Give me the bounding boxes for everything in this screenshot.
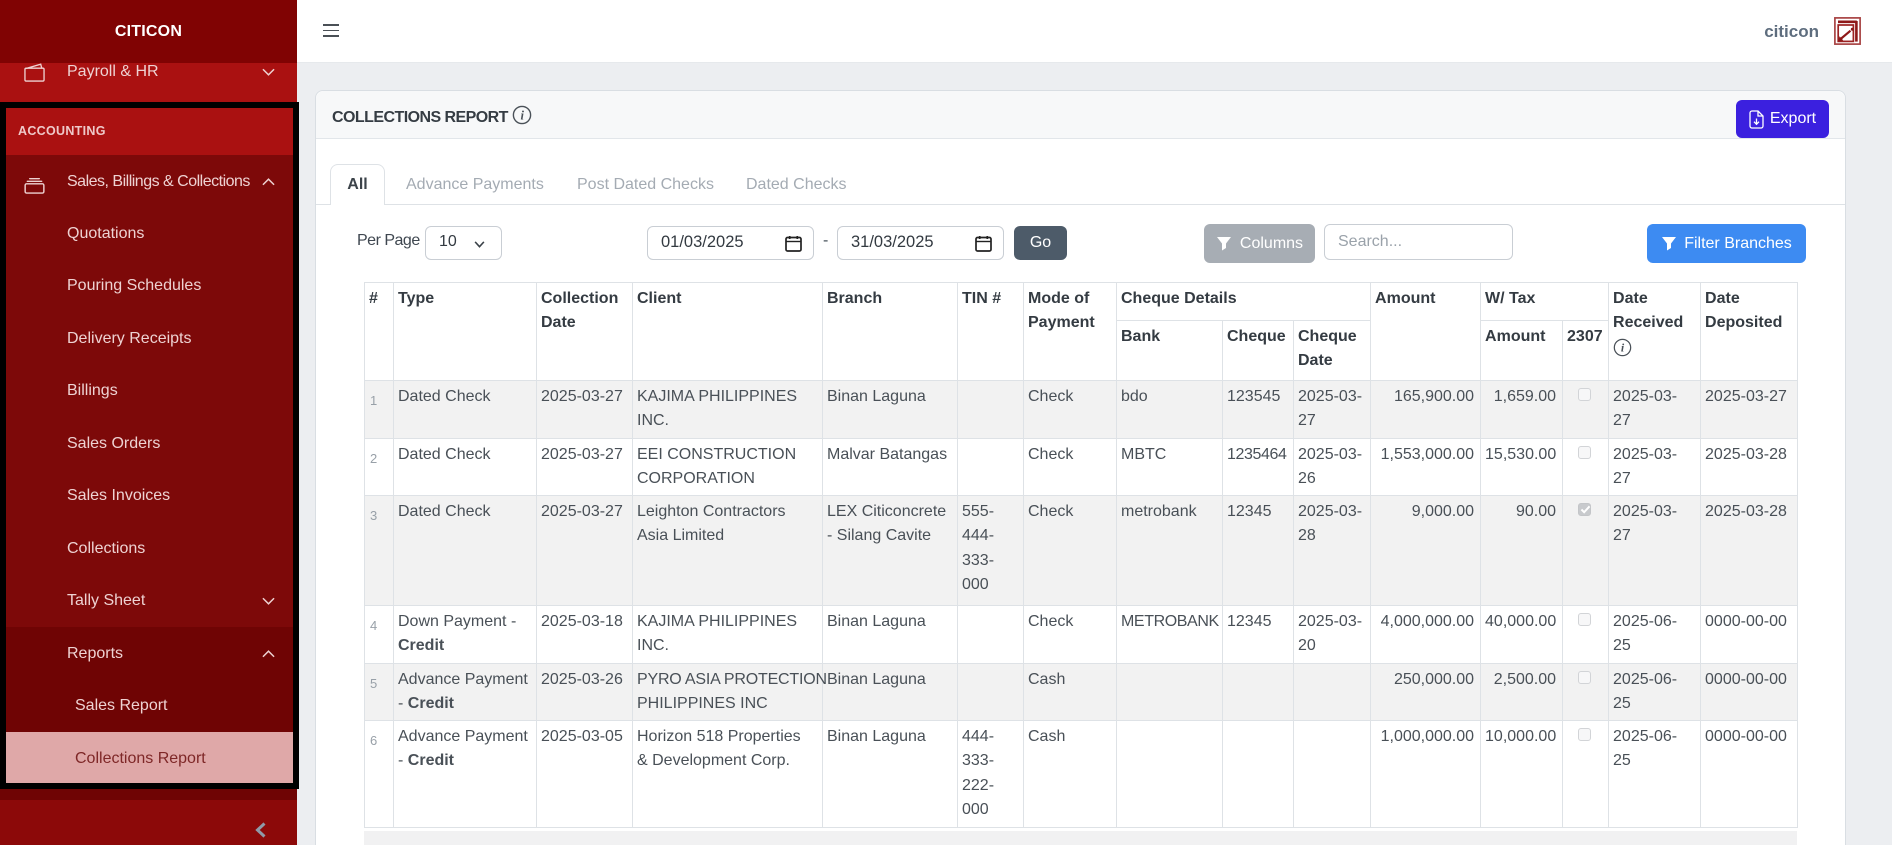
svg-text:i: i: [1621, 340, 1625, 354]
svg-text:i: i: [520, 108, 524, 122]
